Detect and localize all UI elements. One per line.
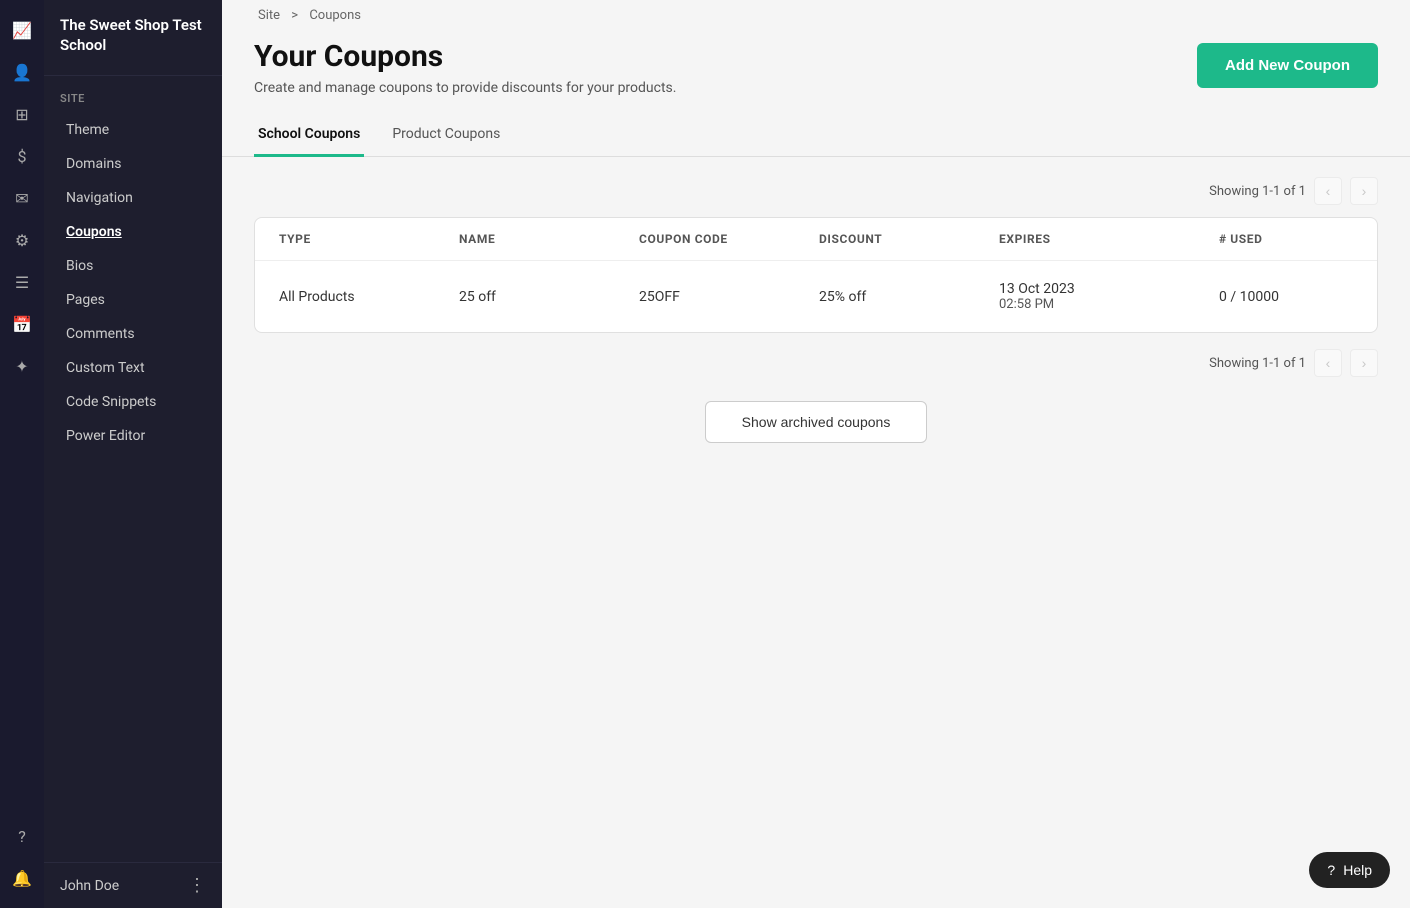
user-name: John Doe xyxy=(60,878,119,894)
col-type: TYPE xyxy=(279,232,459,246)
mail-icon[interactable]: ✉ xyxy=(4,180,40,216)
pagination-next-button-top[interactable]: › xyxy=(1350,177,1378,205)
row-used: 0 / 10000 xyxy=(1219,289,1378,305)
row-expires-date: 13 Oct 2023 xyxy=(999,281,1219,297)
col-coupon-code: COUPON CODE xyxy=(639,232,819,246)
main-content: Site > Coupons Your Coupons Create and m… xyxy=(222,0,1410,908)
icon-sidebar: 📈 👤 ⊞ $ ✉ ⚙ ☰ 📅 ✦ ? 🔔 xyxy=(0,0,44,908)
library-icon[interactable]: ☰ xyxy=(4,264,40,300)
sidebar-item-pages[interactable]: Pages xyxy=(50,284,216,316)
row-name: 25 off xyxy=(459,289,639,305)
help-circle-icon[interactable]: ? xyxy=(4,818,40,854)
pagination-prev-button-top[interactable]: ‹ xyxy=(1314,177,1342,205)
coupon-table: TYPE NAME COUPON CODE DISCOUNT EXPIRES #… xyxy=(254,217,1378,333)
school-name: The Sweet Shop Test School xyxy=(44,0,222,76)
breadcrumb: Site > Coupons xyxy=(222,0,1410,31)
dollar-icon[interactable]: $ xyxy=(4,138,40,174)
pagination-bottom: Showing 1-1 of 1 ‹ › xyxy=(254,349,1378,377)
page-title-group: Your Coupons Create and manage coupons t… xyxy=(254,39,676,96)
pagination-showing-top: Showing 1-1 of 1 xyxy=(1209,184,1306,199)
page-title: Your Coupons xyxy=(254,39,676,74)
sidebar-item-bios[interactable]: Bios xyxy=(50,250,216,282)
tab-school-coupons[interactable]: School Coupons xyxy=(254,116,364,157)
notification-icon[interactable]: 🔔 xyxy=(4,860,40,896)
breadcrumb-current: Coupons xyxy=(309,8,361,23)
analytics-icon[interactable]: 📈 xyxy=(4,12,40,48)
sidebar-item-coupons[interactable]: Coupons xyxy=(50,216,216,248)
table-row: All Products 25 off 25OFF 25% off 13 Oct… xyxy=(255,261,1377,332)
pagination-top: Showing 1-1 of 1 ‹ › xyxy=(254,177,1378,205)
pagination-prev-button-bottom[interactable]: ‹ xyxy=(1314,349,1342,377)
help-button[interactable]: ? Help xyxy=(1309,852,1390,888)
page-description: Create and manage coupons to provide dis… xyxy=(254,80,676,96)
sidebar-item-comments[interactable]: Comments xyxy=(50,318,216,350)
pagination-showing-bottom: Showing 1-1 of 1 xyxy=(1209,356,1306,371)
site-section-label: SITE xyxy=(44,76,222,113)
sidebar-item-code-snippets[interactable]: Code Snippets xyxy=(50,386,216,418)
show-archived-button[interactable]: Show archived coupons xyxy=(705,401,928,443)
add-coupon-button[interactable]: Add New Coupon xyxy=(1197,43,1378,88)
row-discount: 25% off xyxy=(819,289,999,305)
sidebar-item-theme[interactable]: Theme xyxy=(50,114,216,146)
help-circle-icon: ? xyxy=(1327,862,1335,878)
dashboard-icon[interactable]: ⊞ xyxy=(4,96,40,132)
row-type: All Products xyxy=(279,289,459,305)
breadcrumb-separator: > xyxy=(291,8,298,23)
settings-icon[interactable]: ⚙ xyxy=(4,222,40,258)
page-header: Your Coupons Create and manage coupons t… xyxy=(222,31,1410,116)
col-discount: DISCOUNT xyxy=(819,232,999,246)
col-used: # USED xyxy=(1219,232,1378,246)
user-row: John Doe ⋮ xyxy=(44,862,222,908)
puzzle-icon[interactable]: ✦ xyxy=(4,348,40,384)
sidebar-item-domains[interactable]: Domains xyxy=(50,148,216,180)
calendar-icon[interactable]: 📅 xyxy=(4,306,40,342)
user-menu-button[interactable]: ⋮ xyxy=(188,875,206,896)
archive-row: Show archived coupons xyxy=(254,401,1378,443)
row-coupon-code: 25OFF xyxy=(639,289,819,305)
nav-sidebar: The Sweet Shop Test School SITE Theme Do… xyxy=(44,0,222,908)
table-header: TYPE NAME COUPON CODE DISCOUNT EXPIRES #… xyxy=(255,218,1377,261)
tabs-bar: School Coupons Product Coupons xyxy=(222,116,1410,157)
table-container: Showing 1-1 of 1 ‹ › TYPE NAME COUPON CO… xyxy=(222,157,1410,908)
col-expires: EXPIRES xyxy=(999,232,1219,246)
sidebar-item-custom-text[interactable]: Custom Text xyxy=(50,352,216,384)
people-icon[interactable]: 👤 xyxy=(4,54,40,90)
tab-product-coupons[interactable]: Product Coupons xyxy=(388,116,504,157)
help-label: Help xyxy=(1343,862,1372,878)
col-name: NAME xyxy=(459,232,639,246)
pagination-next-button-bottom[interactable]: › xyxy=(1350,349,1378,377)
row-expires: 13 Oct 2023 02:58 PM xyxy=(999,281,1219,312)
sidebar-item-power-editor[interactable]: Power Editor xyxy=(50,420,216,452)
row-expires-time: 02:58 PM xyxy=(999,297,1219,312)
breadcrumb-site: Site xyxy=(258,8,280,23)
sidebar-item-navigation[interactable]: Navigation xyxy=(50,182,216,214)
